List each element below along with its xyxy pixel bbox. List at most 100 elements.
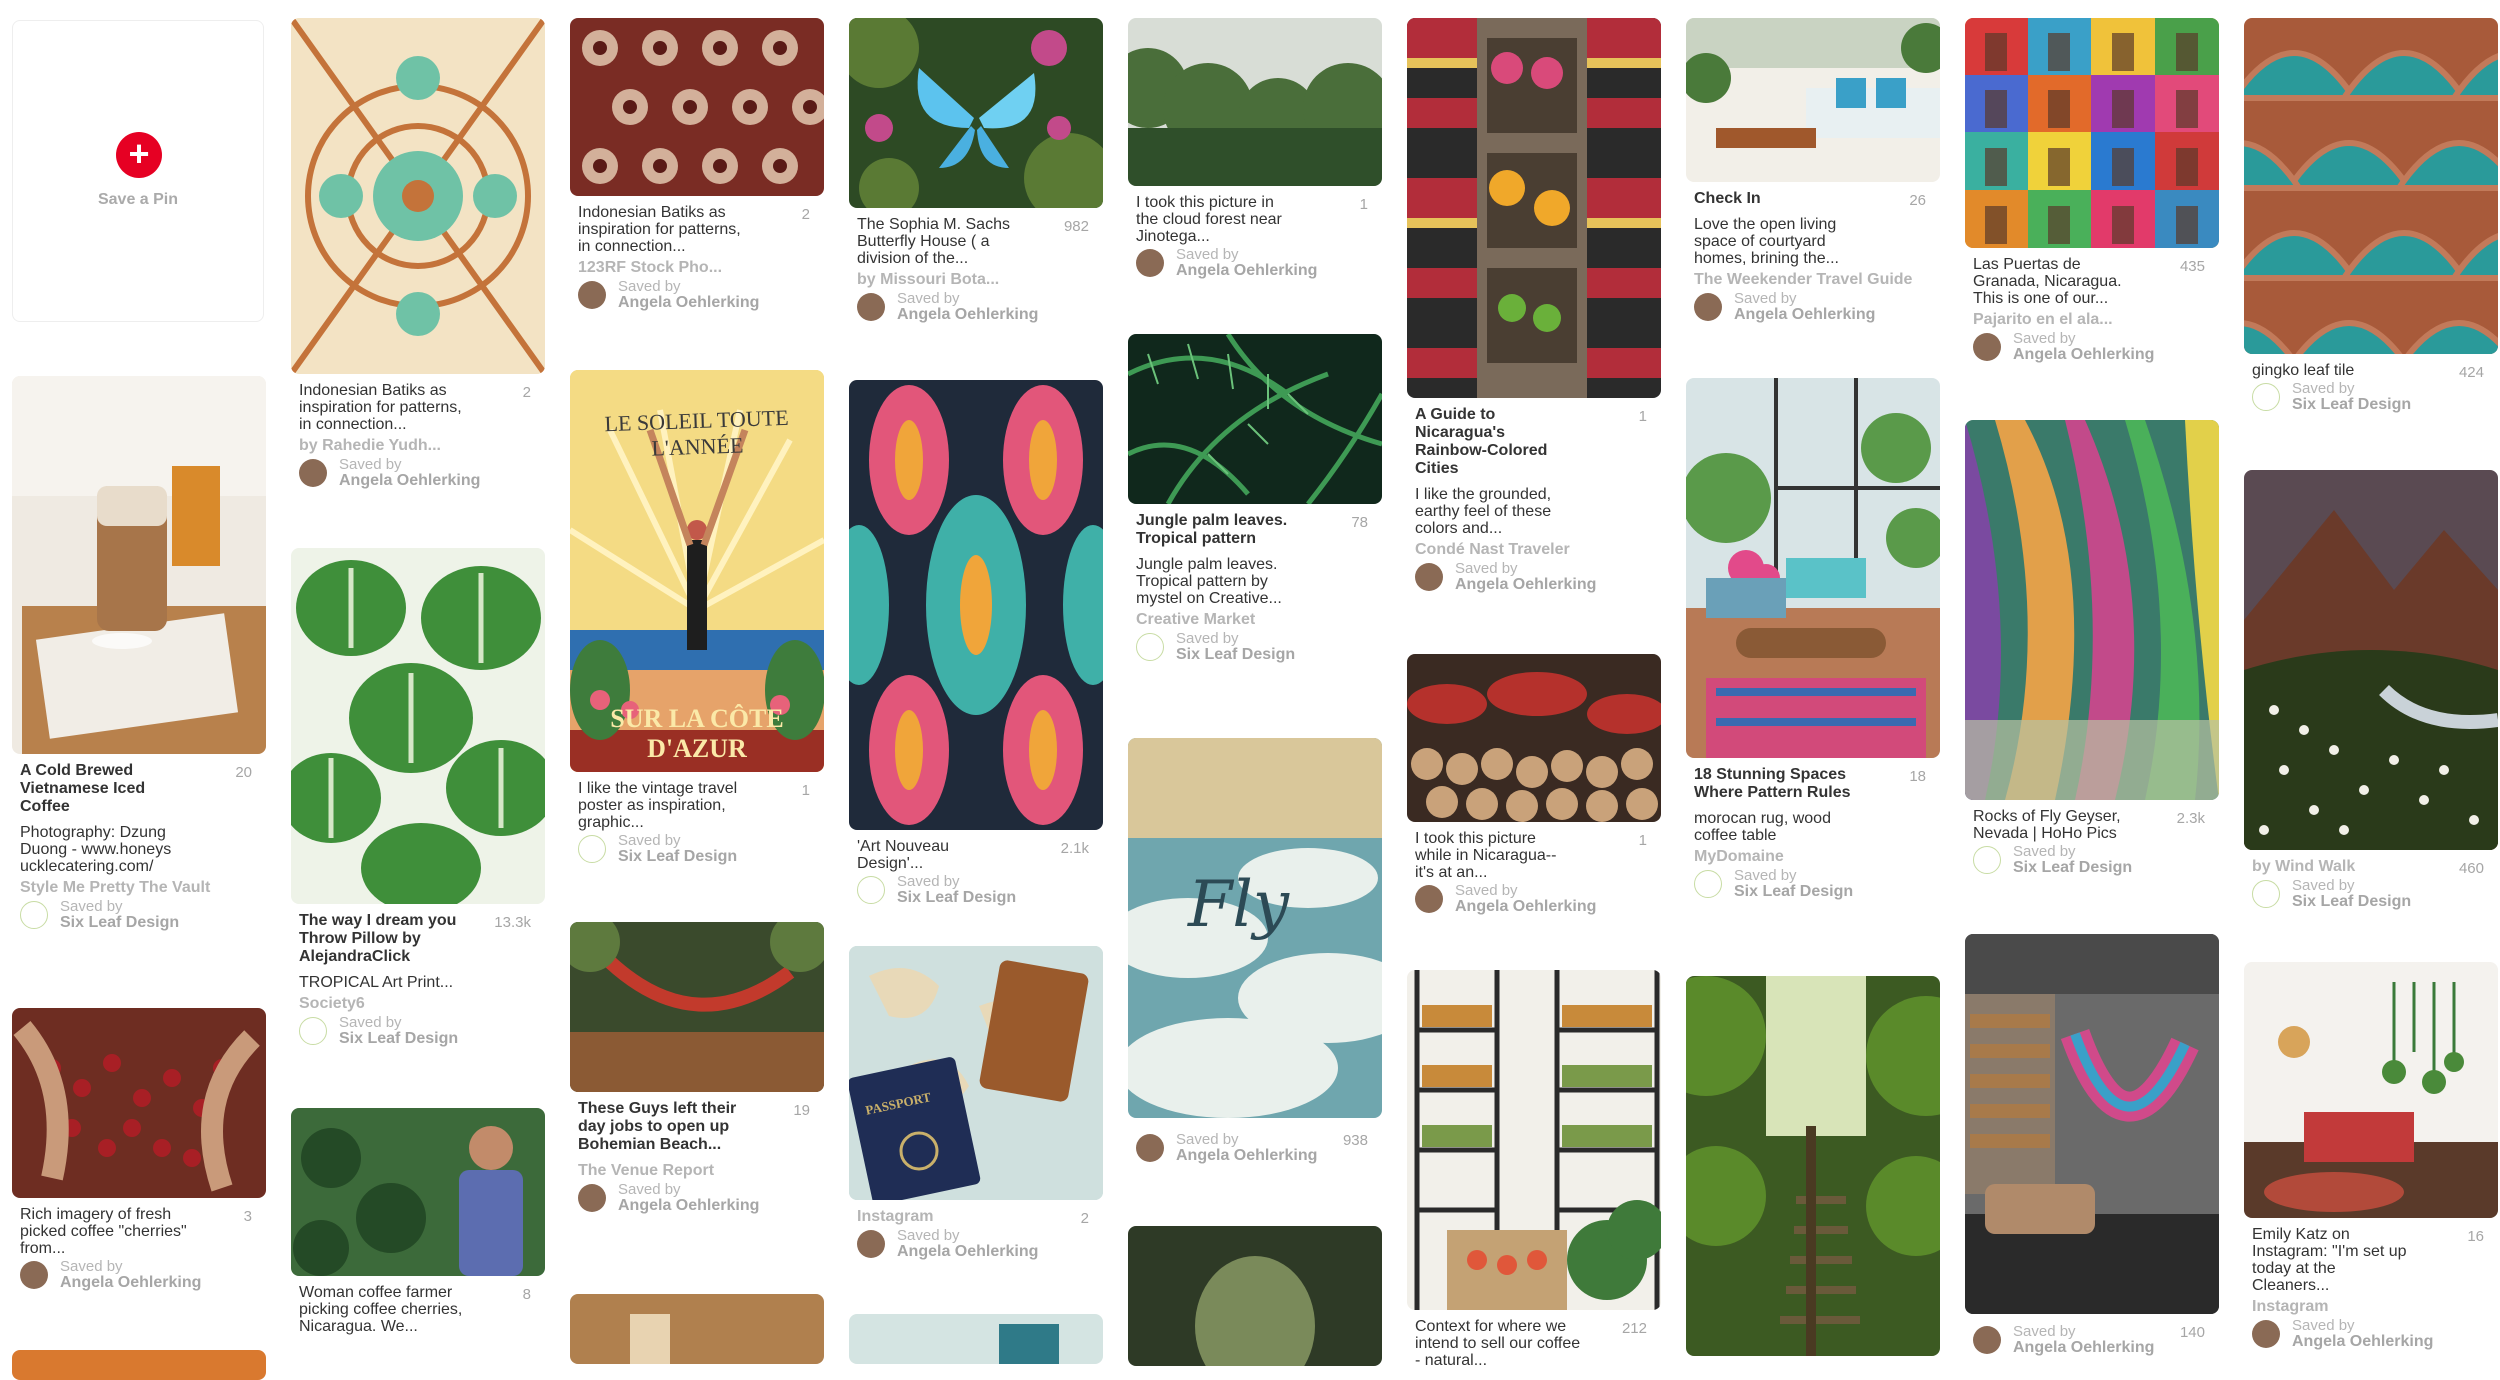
pin-image[interactable] bbox=[2244, 18, 2498, 354]
saved-by[interactable]: Saved by Angela Oehlerking bbox=[857, 291, 1097, 323]
saved-by-name[interactable]: Angela Oehlerking bbox=[897, 1243, 1038, 1260]
pin-title[interactable]: A Cold Brewed Vietnamese Iced Coffee bbox=[20, 762, 170, 816]
leaf-avatar-icon[interactable] bbox=[1136, 633, 1164, 661]
pin-image[interactable] bbox=[570, 18, 824, 196]
saved-by[interactable]: Saved by Six Leaf Design bbox=[1136, 631, 1376, 663]
saved-by-name[interactable]: Six Leaf Design bbox=[60, 914, 179, 931]
saved-by-name[interactable]: Angela Oehlerking bbox=[339, 472, 480, 489]
pin-image[interactable] bbox=[1407, 18, 1661, 398]
pin-source[interactable]: by Wind Walk bbox=[2252, 858, 2492, 876]
pin-source[interactable]: 123RF Stock Pho... bbox=[578, 259, 818, 277]
avatar[interactable] bbox=[299, 459, 327, 487]
avatar[interactable] bbox=[1973, 333, 2001, 361]
leaf-avatar-icon[interactable] bbox=[2252, 880, 2280, 908]
pin-source[interactable]: Condé Nast Traveler bbox=[1415, 541, 1655, 559]
pin-source[interactable]: Instagram bbox=[857, 1208, 1097, 1226]
leaf-avatar-icon[interactable] bbox=[1694, 870, 1722, 898]
saved-by-name[interactable]: Six Leaf Design bbox=[2292, 396, 2411, 413]
saved-by[interactable]: Saved by Angela Oehlerking bbox=[1973, 331, 2213, 363]
pin-image[interactable] bbox=[291, 1108, 545, 1276]
leaf-avatar-icon[interactable] bbox=[2252, 383, 2280, 411]
avatar[interactable] bbox=[578, 1184, 606, 1212]
pin-image[interactable]: LE SOLEIL TOUTE L'ANNÉE SUR LA CÔTE D'AZ… bbox=[570, 370, 824, 772]
saved-by-name[interactable]: Six Leaf Design bbox=[2292, 893, 2411, 910]
pin-image[interactable] bbox=[1965, 934, 2219, 1314]
saved-by-name[interactable]: Angela Oehlerking bbox=[1734, 306, 1875, 323]
saved-by[interactable]: Saved by Angela Oehlerking bbox=[857, 1228, 1097, 1260]
pin-source[interactable]: by Rahedie Yudh... bbox=[299, 437, 539, 455]
pin-image[interactable] bbox=[570, 922, 824, 1092]
saved-by[interactable]: Saved by Six Leaf Design bbox=[20, 899, 260, 931]
pin-image[interactable] bbox=[1686, 18, 1940, 182]
avatar[interactable] bbox=[578, 281, 606, 309]
pin-image[interactable] bbox=[12, 376, 266, 754]
saved-by-name[interactable]: Six Leaf Design bbox=[2013, 859, 2132, 876]
pin-image[interactable] bbox=[1407, 970, 1661, 1310]
pin-source[interactable]: Creative Market bbox=[1136, 611, 1376, 629]
save-a-pin-button[interactable]: + Save a Pin bbox=[12, 20, 264, 322]
pin-image[interactable] bbox=[849, 18, 1103, 208]
saved-by[interactable]: Saved by Angela Oehlerking bbox=[1973, 1324, 2213, 1356]
saved-by-name[interactable]: Angela Oehlerking bbox=[1176, 1147, 1317, 1164]
pin-image[interactable] bbox=[1965, 420, 2219, 800]
pin-image[interactable] bbox=[1128, 334, 1382, 504]
pin-image[interactable] bbox=[291, 548, 545, 904]
avatar[interactable] bbox=[1136, 249, 1164, 277]
pin-image[interactable] bbox=[1686, 378, 1940, 758]
saved-by-name[interactable]: Angela Oehlerking bbox=[897, 306, 1038, 323]
leaf-avatar-icon[interactable] bbox=[1973, 846, 2001, 874]
pin-image[interactable] bbox=[12, 1350, 266, 1380]
saved-by[interactable]: Saved by Angela Oehlerking bbox=[578, 279, 818, 311]
pin-title[interactable]: 18 Stunning Spaces Where Pattern Rules bbox=[1694, 766, 1864, 802]
pin-title[interactable]: Check In bbox=[1694, 190, 1934, 208]
saved-by[interactable]: Saved by Six Leaf Design bbox=[299, 1015, 539, 1047]
saved-by-name[interactable]: Six Leaf Design bbox=[618, 848, 737, 865]
pin-image[interactable] bbox=[1965, 18, 2219, 248]
pin-image[interactable] bbox=[849, 1314, 1103, 1364]
pin-image[interactable] bbox=[570, 1294, 824, 1364]
saved-by[interactable]: Saved by Angela Oehlerking bbox=[578, 1182, 818, 1214]
saved-by[interactable]: Saved by Angela Oehlerking bbox=[1415, 561, 1655, 593]
avatar[interactable] bbox=[1973, 1326, 2001, 1354]
saved-by-name[interactable]: Angela Oehlerking bbox=[1455, 576, 1596, 593]
pin-image[interactable]: PASSPORT bbox=[849, 946, 1103, 1200]
pin-source[interactable]: MyDomaine bbox=[1694, 848, 1934, 866]
saved-by-name[interactable]: Six Leaf Design bbox=[339, 1030, 458, 1047]
pin-source[interactable]: Style Me Pretty The Vault bbox=[20, 879, 260, 897]
avatar[interactable] bbox=[857, 1230, 885, 1258]
saved-by[interactable]: Saved by Angela Oehlerking bbox=[1415, 883, 1655, 915]
pin-source[interactable]: Society6 bbox=[299, 995, 539, 1013]
saved-by[interactable]: Saved by Six Leaf Design bbox=[1694, 868, 1934, 900]
avatar[interactable] bbox=[1694, 293, 1722, 321]
saved-by-name[interactable]: Angela Oehlerking bbox=[2013, 346, 2154, 363]
saved-by-name[interactable]: Angela Oehlerking bbox=[2292, 1333, 2433, 1350]
pin-image[interactable] bbox=[1128, 1226, 1382, 1366]
pin-title[interactable]: A Guide to Nicaragua's Rainbow-Colored C… bbox=[1415, 406, 1575, 478]
saved-by-name[interactable]: Six Leaf Design bbox=[1176, 646, 1295, 663]
leaf-avatar-icon[interactable] bbox=[857, 876, 885, 904]
pin-source[interactable]: The Weekender Travel Guide bbox=[1694, 271, 1934, 289]
pin-image[interactable] bbox=[2244, 470, 2498, 850]
avatar[interactable] bbox=[2252, 1320, 2280, 1348]
saved-by-name[interactable]: Angela Oehlerking bbox=[60, 1274, 201, 1291]
saved-by-name[interactable]: Angela Oehlerking bbox=[618, 1197, 759, 1214]
saved-by-name[interactable]: Angela Oehlerking bbox=[618, 294, 759, 311]
pin-image[interactable] bbox=[2244, 962, 2498, 1218]
saved-by[interactable]: Saved by Six Leaf Design bbox=[857, 874, 1097, 906]
pin-title[interactable]: The way I dream you Throw Pillow by Alej… bbox=[299, 912, 469, 966]
avatar[interactable] bbox=[1415, 563, 1443, 591]
saved-by[interactable]: Saved by Angela Oehlerking bbox=[1136, 247, 1376, 279]
avatar[interactable] bbox=[1415, 885, 1443, 913]
avatar[interactable] bbox=[20, 1261, 48, 1289]
pin-title[interactable]: These Guys left their day jobs to open u… bbox=[578, 1100, 738, 1154]
leaf-avatar-icon[interactable] bbox=[299, 1017, 327, 1045]
pin-image[interactable] bbox=[1407, 654, 1661, 822]
pin-source[interactable]: by Missouri Bota... bbox=[857, 271, 1097, 289]
saved-by-name[interactable]: Six Leaf Design bbox=[1734, 883, 1853, 900]
saved-by[interactable]: Saved by Six Leaf Design bbox=[2252, 878, 2492, 910]
saved-by-name[interactable]: Angela Oehlerking bbox=[2013, 1339, 2154, 1356]
saved-by-name[interactable]: Six Leaf Design bbox=[897, 889, 1016, 906]
saved-by[interactable]: Saved by Angela Oehlerking bbox=[1694, 291, 1934, 323]
pin-image[interactable]: Fly bbox=[1128, 738, 1382, 1118]
saved-by[interactable]: Saved by Angela Oehlerking bbox=[299, 457, 539, 489]
